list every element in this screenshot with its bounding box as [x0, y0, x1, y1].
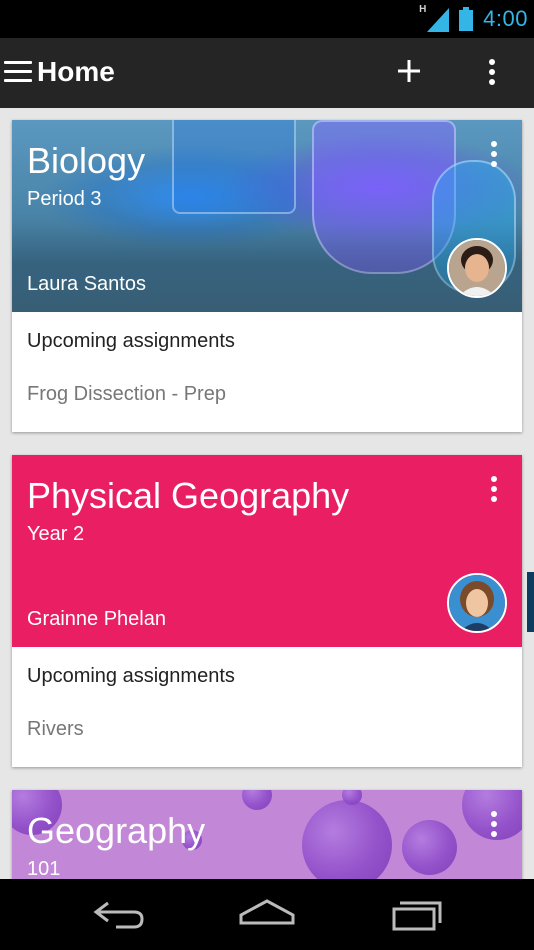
status-bar: H 4:00 — [0, 0, 534, 38]
assignment-item[interactable]: Frog Dissection - Prep — [27, 383, 507, 406]
upcoming-assignments-label: Upcoming assignments — [27, 330, 235, 352]
class-period: Period 3 — [27, 188, 102, 210]
overflow-menu-icon[interactable] — [484, 58, 500, 86]
card-overflow-icon[interactable] — [486, 475, 502, 503]
home-icon[interactable] — [237, 897, 297, 933]
card-header[interactable]: Geography 101 — [12, 790, 522, 879]
teacher-name: Grainne Phelan — [27, 608, 166, 630]
status-time: 4:00 — [483, 6, 528, 31]
assignment-item[interactable]: Rivers — [27, 718, 507, 741]
card-header[interactable]: Physical Geography Year 2 Grainne Phelan — [12, 455, 522, 647]
class-period: Year 2 — [27, 523, 85, 545]
class-title: Biology — [27, 140, 146, 181]
class-card-physical-geography[interactable]: Physical Geography Year 2 Grainne Phelan… — [12, 455, 522, 767]
side-drawer-handle[interactable] — [527, 572, 534, 632]
card-body[interactable]: Upcoming assignments Rivers — [12, 647, 522, 767]
card-overflow-icon[interactable] — [486, 140, 502, 168]
class-period: 101 — [27, 858, 61, 879]
card-body[interactable]: Upcoming assignments Frog Dissection - P… — [12, 312, 522, 432]
app-bar: Home — [0, 38, 534, 108]
battery-icon — [459, 7, 474, 31]
teacher-name: Laura Santos — [27, 273, 146, 295]
network-type: H — [419, 4, 427, 15]
back-icon[interactable] — [90, 897, 150, 933]
teacher-avatar — [447, 238, 507, 298]
teacher-avatar — [447, 573, 507, 633]
class-list[interactable]: Biology Period 3 Laura Santos Upcoming a… — [0, 108, 534, 879]
recent-apps-icon[interactable] — [388, 897, 448, 933]
card-header[interactable]: Biology Period 3 Laura Santos — [12, 120, 522, 312]
class-title: Physical Geography — [27, 475, 350, 516]
page-title: Home — [37, 56, 115, 87]
menu-icon[interactable] — [4, 61, 32, 83]
system-nav-bar — [0, 879, 534, 950]
class-title: Geography — [27, 810, 206, 851]
signal-icon: H — [419, 4, 450, 32]
class-card-geography[interactable]: Geography 101 — [12, 790, 522, 879]
class-card-biology[interactable]: Biology Period 3 Laura Santos Upcoming a… — [12, 120, 522, 432]
upcoming-assignments-label: Upcoming assignments — [27, 665, 235, 687]
add-icon[interactable] — [396, 58, 422, 84]
card-overflow-icon[interactable] — [486, 810, 502, 838]
